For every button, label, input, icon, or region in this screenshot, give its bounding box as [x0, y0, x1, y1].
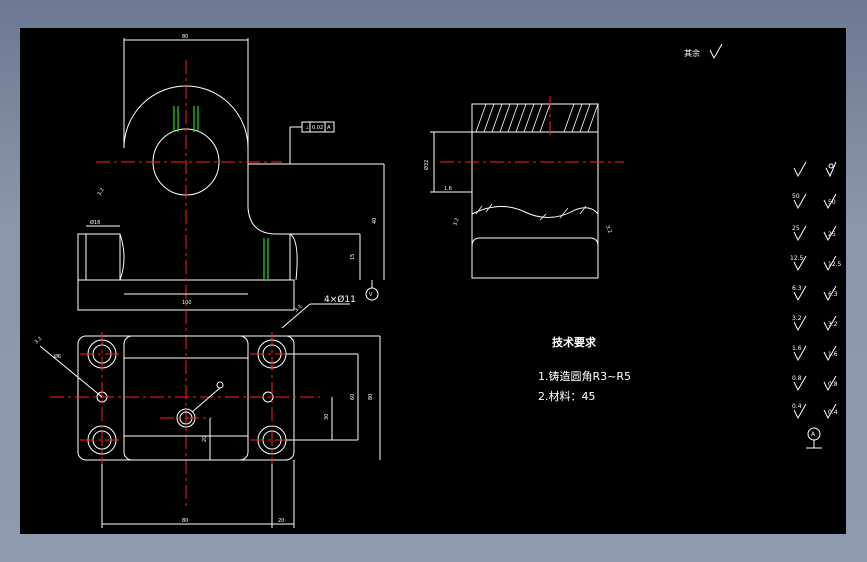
svg-text:3.2: 3.2 [828, 321, 838, 328]
roughness-legend: 其余 50 50 25 25 12.5 12.5 6.3 6.3 3.2 3.2… [684, 43, 842, 449]
other-finish-label: 其余 [684, 48, 700, 58]
cad-drawing: 80 40 15 ⊥ 0.02 A V 3.2 Ø16 100 3.2 4×Ø1… [33, 34, 842, 528]
svg-text:Ø16: Ø16 [90, 219, 100, 226]
drawing-viewport[interactable]: 80 40 15 ⊥ 0.02 A V 3.2 Ø16 100 3.2 4×Ø1… [20, 28, 846, 534]
side-view: Ø32 1.6 3.2 3.2 [423, 96, 624, 279]
svg-text:80: 80 [182, 34, 188, 40]
svg-text:0.4: 0.4 [792, 403, 802, 410]
svg-text:1.6: 1.6 [828, 351, 838, 358]
svg-text:6.3: 6.3 [792, 285, 802, 292]
svg-text:30: 30 [324, 414, 330, 420]
svg-text:50: 50 [828, 199, 836, 206]
datum-marker-label: A [811, 431, 816, 438]
svg-text:15: 15 [350, 254, 356, 260]
top-view: 80 60 30 20 3.2 Ø6 80 20 [33, 332, 381, 528]
tech-req-item-1: 1.铸造圆角R3~R5 [538, 369, 631, 383]
svg-text:40: 40 [372, 218, 378, 224]
svg-text:3.2: 3.2 [293, 304, 303, 314]
svg-text:20: 20 [202, 436, 208, 442]
svg-text:20: 20 [278, 518, 284, 524]
svg-text:1.6: 1.6 [792, 345, 802, 352]
svg-text:60: 60 [350, 394, 356, 400]
svg-text:0.02: 0.02 [312, 125, 323, 131]
svg-text:6.3: 6.3 [828, 291, 838, 298]
svg-text:⊥: ⊥ [305, 125, 309, 131]
tech-req-title: 技术要求 [552, 335, 597, 349]
technical-requirements: 技术要求 1.铸造圆角R3~R5 2.材料：45 [538, 335, 631, 403]
svg-text:Ø32: Ø32 [423, 160, 430, 170]
svg-text:50: 50 [792, 193, 800, 200]
view-marker-label: V [369, 292, 373, 298]
svg-text:A: A [327, 125, 331, 131]
svg-text:25: 25 [792, 225, 800, 232]
svg-text:80: 80 [368, 394, 374, 400]
svg-text:3.2: 3.2 [97, 187, 106, 197]
svg-text:3.2: 3.2 [604, 225, 612, 235]
svg-text:0.8: 0.8 [828, 381, 838, 388]
svg-text:25: 25 [828, 231, 836, 238]
svg-text:3.2: 3.2 [452, 217, 460, 227]
svg-text:3.2: 3.2 [33, 336, 43, 346]
svg-text:1.6: 1.6 [444, 186, 452, 192]
svg-text:100: 100 [182, 300, 192, 306]
holes-callout: 4×Ø11 [324, 294, 356, 305]
svg-text:12.5: 12.5 [828, 261, 842, 268]
svg-text:80: 80 [182, 518, 188, 524]
tech-req-item-2: 2.材料：45 [538, 389, 596, 403]
svg-text:12.5: 12.5 [790, 255, 804, 262]
svg-text:Ø6: Ø6 [54, 353, 61, 360]
svg-text:3.2: 3.2 [792, 315, 802, 322]
svg-text:0.8: 0.8 [792, 375, 802, 382]
svg-text:0.4: 0.4 [828, 409, 838, 416]
